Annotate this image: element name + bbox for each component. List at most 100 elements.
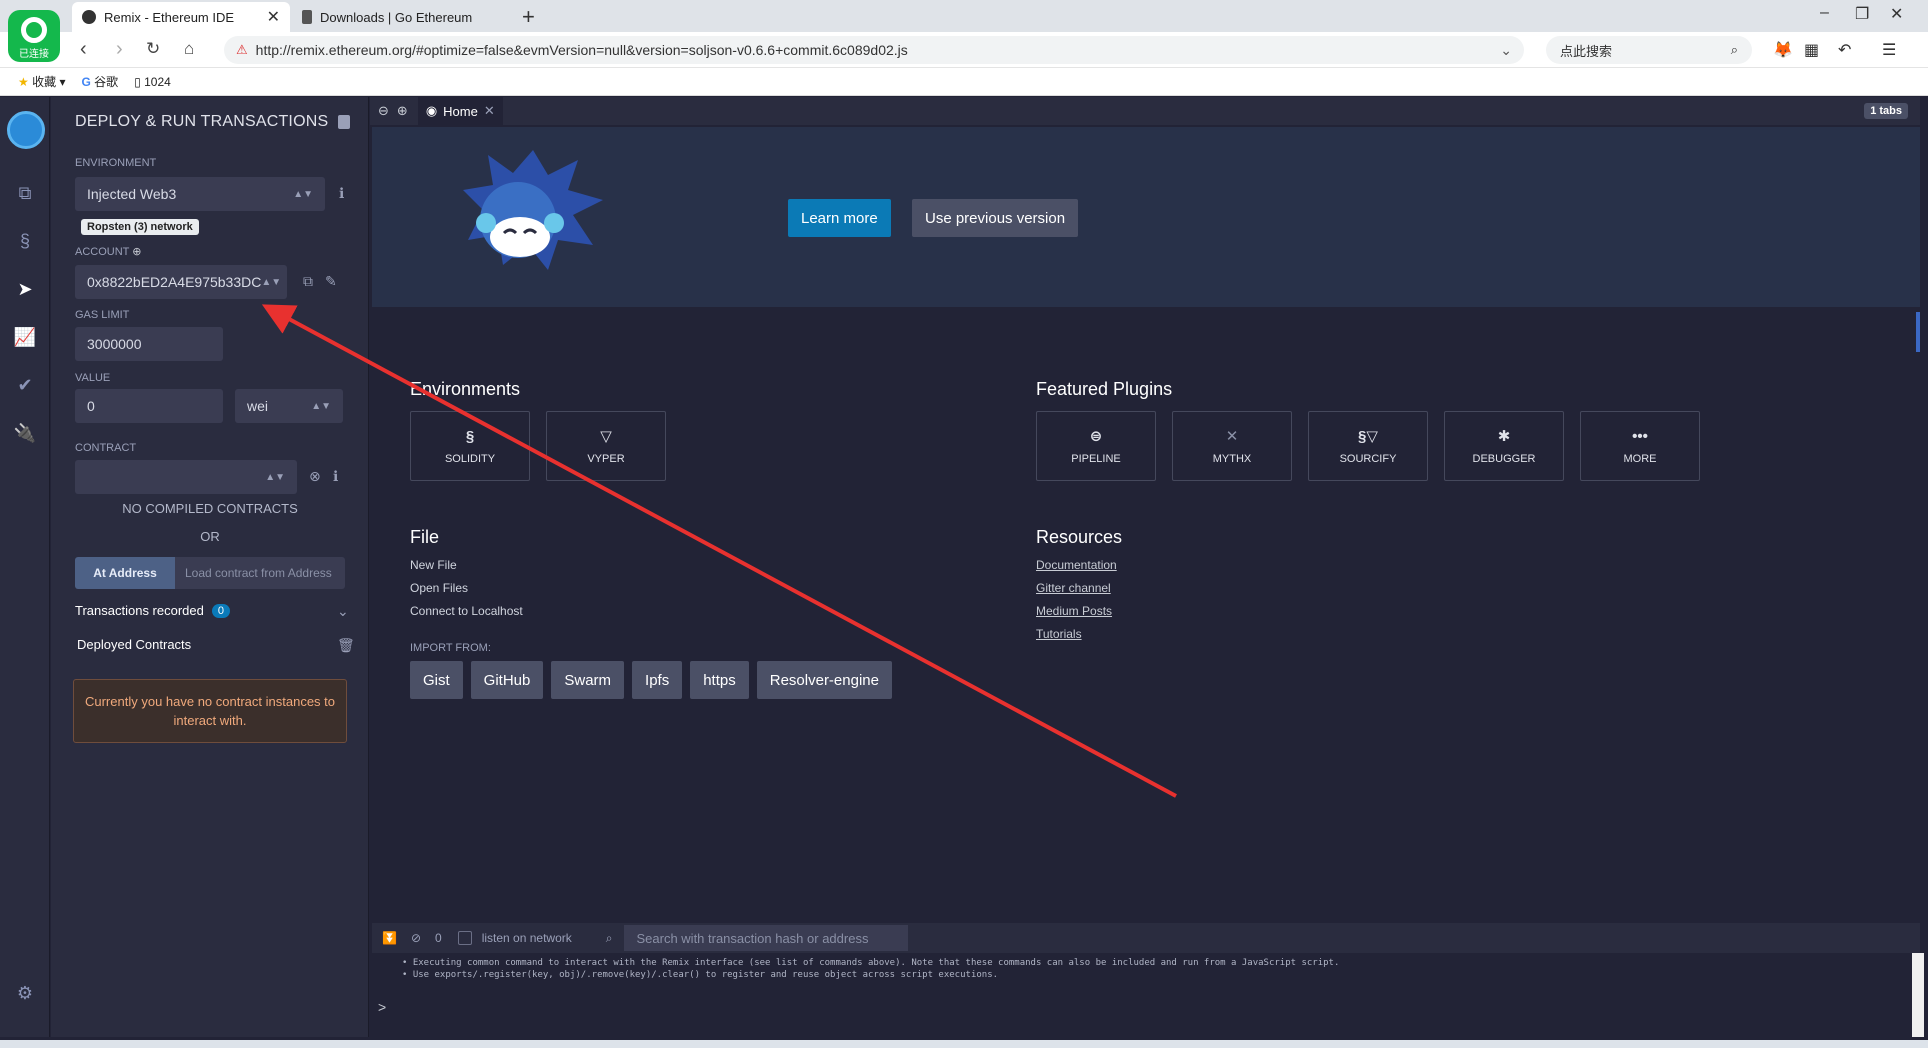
open-files-link[interactable]: Open Files [410, 581, 468, 595]
info-icon[interactable]: ℹ [339, 185, 344, 202]
gitter-channel-link[interactable]: Gitter channel [1036, 581, 1111, 595]
import-gist-button[interactable]: Gist [410, 661, 463, 699]
close-window-icon[interactable]: ✕ [1890, 4, 1903, 24]
reload-icon[interactable]: ↻ [146, 39, 160, 59]
import-from-label: IMPORT FROM: [410, 642, 491, 654]
browser-tab-downloads[interactable]: Downloads | Go Ethereum [292, 2, 518, 32]
menu-icon[interactable]: ☰ [1882, 40, 1896, 60]
load-contract-input[interactable]: Load contract from Address [175, 557, 345, 589]
solidity-compiler-icon[interactable]: § [13, 229, 37, 253]
chevron-down-icon[interactable]: ⌄ [337, 603, 349, 620]
env-solidity-button[interactable]: § SOLIDITY [410, 411, 530, 481]
testing-icon[interactable]: ✔ [13, 373, 37, 397]
plugin-pipeline-button[interactable]: ⊜ PIPELINE [1036, 411, 1156, 481]
environment-select[interactable]: Injected Web3 ▲▼ [75, 177, 325, 211]
pending-count: 0 [435, 931, 442, 945]
metamask-icon[interactable]: 🦊 [1773, 40, 1793, 60]
deployed-contracts-row: Deployed Contracts [77, 637, 192, 652]
import-github-button[interactable]: GitHub [470, 661, 544, 699]
browser-tab-remix[interactable]: Remix - Ethereum IDE ✕ [72, 2, 290, 32]
undo-icon[interactable]: ↶ [1838, 40, 1851, 60]
import-swarm-button[interactable]: Swarm [551, 661, 625, 699]
browser-tabstrip: Remix - Ethereum IDE ✕ Downloads | Go Et… [0, 0, 1928, 32]
value-unit-select[interactable]: wei ▲▼ [235, 389, 343, 423]
gas-limit-input[interactable]: 3000000 [75, 327, 223, 361]
terminal-scrollbar[interactable] [1912, 953, 1924, 1037]
terminal-prompt[interactable]: > [378, 1000, 386, 1014]
search-placeholder: 点此搜索 [1560, 43, 1613, 59]
transactions-count-badge: 0 [211, 603, 230, 618]
restore-icon[interactable]: ❐ [1855, 4, 1869, 24]
edit-icon[interactable]: ✎ [325, 273, 337, 290]
chevron-down-icon[interactable]: ⌄ [1500, 42, 1512, 59]
zoom-out-icon[interactable]: ⊖ [378, 103, 389, 119]
address-bar[interactable]: ⚠ http://remix.ethereum.org/#optimize=fa… [224, 36, 1524, 64]
terminal-toolbar: ⏬ ⊘ 0 listen on network ⌕ Search with tr… [372, 923, 1920, 953]
zoom-in-icon[interactable]: ⊕ [397, 103, 408, 119]
tab-label: Downloads | Go Ethereum [320, 9, 473, 25]
new-file-link[interactable]: New File [410, 558, 457, 572]
trash-icon[interactable]: 🗑 [337, 637, 355, 654]
bookmark-1024[interactable]: ▯ 1024 [134, 75, 171, 89]
transactions-recorded-row[interactable]: Transactions recorded 0 [75, 603, 230, 618]
clear-icon[interactable]: ⊗ [309, 468, 321, 485]
collapse-terminal-icon[interactable]: ⏬ [382, 931, 397, 945]
env-vyper-button[interactable]: ▽ VYPER [546, 411, 666, 481]
use-previous-version-button[interactable]: Use previous version [912, 199, 1079, 237]
account-select[interactable]: 0x8822bED2A4E975b33DC ▲▼ [75, 265, 287, 299]
forward-icon[interactable]: › [116, 38, 123, 61]
home-tab-icon: ◉ [425, 103, 438, 118]
learn-more-button[interactable]: Learn more [788, 199, 891, 237]
import-ipfs-button[interactable]: Ipfs [632, 661, 683, 699]
add-account-icon[interactable]: ⊕ [132, 246, 141, 258]
file-title: File [410, 527, 440, 547]
mythx-icon: ✕ [1225, 428, 1239, 445]
contract-info-icon[interactable]: ℹ [333, 468, 338, 485]
terminal-search-input[interactable]: Search with transaction hash or address [624, 925, 909, 951]
bookmark-google[interactable]: G 谷歌 [81, 73, 118, 90]
home-tab[interactable]: ◉ Home ✕ [417, 97, 503, 125]
tutorials-link[interactable]: Tutorials [1036, 627, 1082, 641]
no-compiled-contracts: NO COMPILED CONTRACTS [122, 501, 298, 516]
browser-status-bar [0, 1040, 1928, 1048]
home-icon[interactable]: ⌂ [184, 39, 194, 59]
copy-icon[interactable]: ⧉ [303, 273, 313, 290]
import-resolver-engine-button[interactable]: Resolver-engine [756, 661, 892, 699]
plugin-mythx-button[interactable]: ✕ MYTHX [1172, 411, 1292, 481]
import-buttons: Gist GitHub Swarm Ipfs https Resolver-en… [410, 661, 892, 699]
at-address-button[interactable]: At Address [75, 557, 175, 589]
plugin-more-button[interactable]: ••• MORE [1580, 411, 1700, 481]
bookmarks-bar: ★ 收藏 ▾ G 谷歌 ▯ 1024 [0, 68, 1928, 96]
documentation-icon[interactable] [338, 115, 351, 129]
tabs-count-dropdown[interactable]: 1 tabs [1864, 103, 1908, 119]
close-icon[interactable]: ✕ [484, 103, 495, 119]
back-icon[interactable]: ‹ [80, 38, 87, 61]
page-scroll-thumb[interactable] [1916, 312, 1920, 352]
deploy-run-icon[interactable]: ➤ [13, 277, 37, 301]
search-icon[interactable]: ⌕ [1731, 42, 1738, 58]
plugin-sourcify-button[interactable]: §▽ SOURCIFY [1308, 411, 1428, 481]
value-input[interactable]: 0 [75, 389, 223, 423]
browser-search-box[interactable]: 点此搜索 ⌕ [1546, 36, 1752, 64]
remix-logo-icon[interactable] [7, 111, 45, 149]
grid-icon[interactable]: ▦ [1804, 40, 1819, 60]
new-tab-button[interactable]: + [522, 4, 535, 30]
bookmark-favorites[interactable]: ★ 收藏 ▾ [18, 73, 65, 90]
close-icon[interactable]: ✕ [267, 7, 280, 27]
contract-select[interactable]: ▲▼ [75, 460, 297, 494]
connect-localhost-link[interactable]: Connect to Localhost [410, 604, 523, 618]
listen-network-checkbox[interactable] [457, 931, 472, 945]
settings-gear-icon[interactable]: ⚙ [13, 981, 37, 1005]
plugin-manager-icon[interactable]: 🔌 [13, 421, 37, 445]
documentation-link[interactable]: Documentation [1036, 558, 1117, 572]
minimize-icon[interactable]: – [1820, 4, 1829, 22]
url-text: http://remix.ethereum.org/#optimize=fals… [255, 42, 908, 58]
plugin-debugger-button[interactable]: ✱ DEBUGGER [1444, 411, 1564, 481]
no-instances-warning: Currently you have no contract instances… [73, 679, 347, 743]
medium-posts-link[interactable]: Medium Posts [1036, 604, 1112, 618]
file-explorer-icon[interactable]: ⧉ [13, 181, 37, 205]
import-https-button[interactable]: https [690, 661, 749, 699]
analysis-icon[interactable]: 📈 [13, 325, 37, 349]
listen-network-label: listen on network [481, 931, 572, 945]
clear-terminal-icon[interactable]: ⊘ [411, 931, 421, 945]
